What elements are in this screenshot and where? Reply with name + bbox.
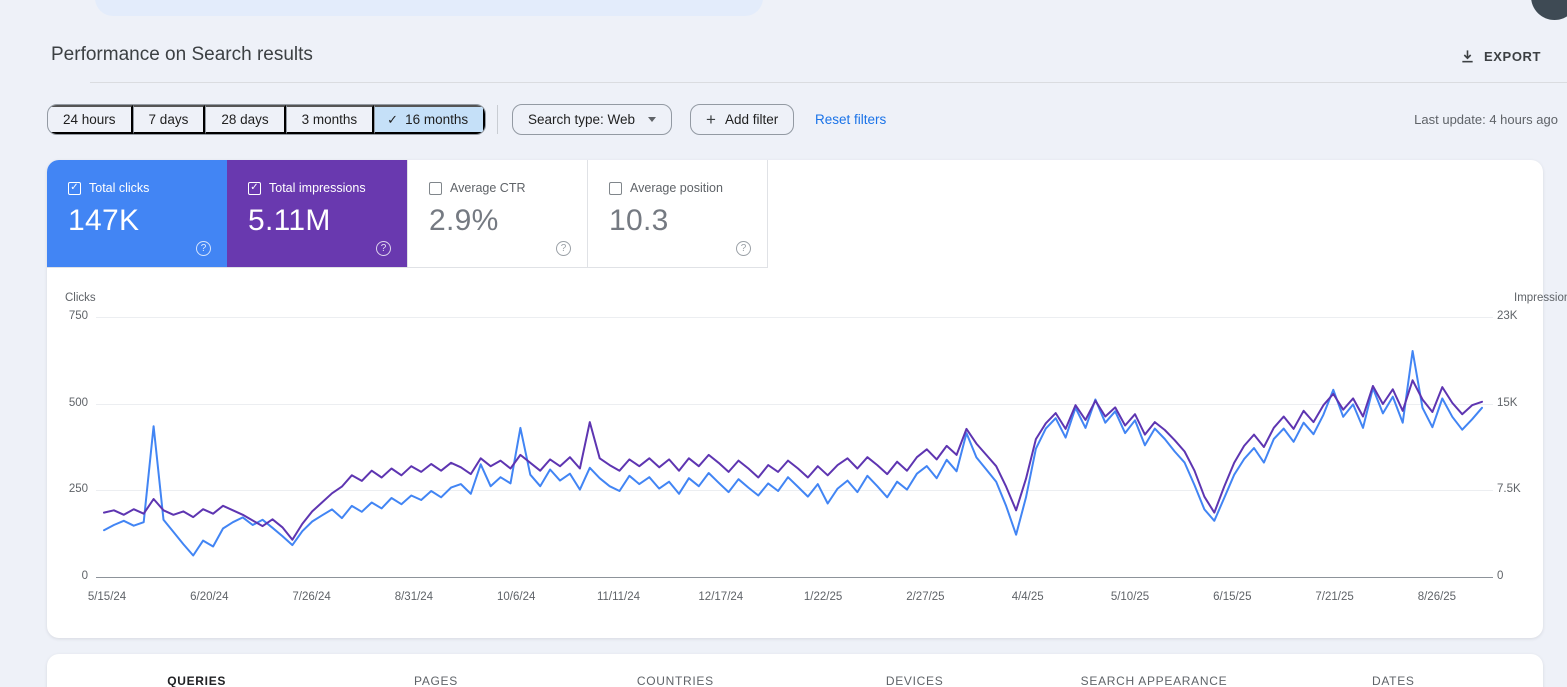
filter-separator [497, 105, 498, 134]
search-bar[interactable] [95, 0, 763, 16]
checkbox-unchecked-icon[interactable] [429, 181, 442, 195]
time-series-chart[interactable] [96, 310, 1489, 577]
series-clicks-line [103, 350, 1483, 557]
x-axis-label: 12/17/24 [698, 591, 744, 603]
y-axis-label: 0 [81, 570, 88, 582]
series-impressions-line [103, 379, 1483, 541]
tab-search-appearance[interactable]: SEARCH APPEARANCE [1034, 654, 1273, 687]
tab-countries[interactable]: COUNTRIES [556, 654, 795, 687]
caret-down-icon [648, 117, 657, 122]
y-axis-label: 0 [1497, 570, 1504, 582]
right-axis-title: Impressions [1514, 292, 1567, 304]
x-axis-label: 5/10/25 [1110, 591, 1150, 603]
metric-value: 147K [68, 204, 140, 237]
chip-24-hours[interactable]: 24 hours [48, 105, 133, 134]
performance-panel: ✓ Total clicks 147K ? ✓ Total impression… [47, 160, 1567, 638]
export-label: EXPORT [1484, 48, 1542, 64]
metric-card-total-impressions[interactable]: ✓ Total impressions 5.11M ? [227, 160, 407, 267]
filters-row: 24 hours 7 days 28 days 3 months ✓ 16 mo… [0, 104, 1567, 135]
add-filter-button[interactable]: + Add filter [690, 104, 795, 135]
tab-pages[interactable]: PAGES [316, 654, 555, 687]
metric-card-total-clicks[interactable]: ✓ Total clicks 147K ? [47, 160, 227, 267]
y-axis-label: 15K [1497, 397, 1518, 409]
checkbox-checked-icon[interactable]: ✓ [248, 181, 261, 195]
question-circle-icon[interactable]: ? [196, 241, 211, 256]
chip-16-months[interactable]: ✓ 16 months [374, 105, 486, 134]
header-divider [90, 82, 1567, 83]
metric-label: Total impressions [269, 181, 366, 195]
plus-icon: + [706, 110, 716, 129]
question-circle-icon[interactable]: ? [736, 241, 751, 256]
x-axis-line [96, 577, 1493, 578]
metric-cards-row: ✓ Total clicks 147K ? ✓ Total impression… [47, 160, 768, 268]
x-axis-label: 2/27/25 [906, 591, 945, 603]
x-axis-label: 7/21/25 [1315, 591, 1354, 603]
y-axis-label: 7.5K [1497, 483, 1521, 495]
checkbox-checked-icon[interactable]: ✓ [68, 181, 81, 195]
y-axis-label: 500 [68, 397, 88, 409]
export-button[interactable]: EXPORT [1460, 44, 1541, 68]
search-type-dropdown[interactable]: Search type: Web [512, 104, 673, 135]
tab-dates[interactable]: DATES [1274, 654, 1513, 687]
x-axis-label: 7/26/24 [292, 591, 331, 603]
metric-label: Average position [630, 181, 723, 195]
metric-value: 5.11M [248, 204, 331, 237]
last-update-text: Last update: 4 hours ago [1414, 112, 1558, 127]
x-axis-label: 1/22/25 [803, 591, 843, 603]
x-axis-label: 6/15/25 [1213, 591, 1252, 603]
y-axis-label: 750 [68, 310, 88, 322]
date-range-chip-group: 24 hours 7 days 28 days 3 months ✓ 16 mo… [47, 104, 487, 135]
metric-card-average-position[interactable]: Average position 10.3 ? [587, 160, 767, 267]
x-axis-label: 10/6/24 [497, 591, 536, 603]
checkmark-icon: ✓ [387, 111, 399, 127]
tab-queries[interactable]: QUERIES [77, 654, 316, 687]
checkbox-unchecked-icon[interactable] [609, 181, 622, 195]
question-circle-icon[interactable]: ? [556, 241, 571, 256]
x-axis-label: 8/31/24 [394, 591, 434, 603]
chip-3-months[interactable]: 3 months [285, 105, 375, 134]
metric-value: 2.9% [429, 204, 499, 237]
x-axis-label: 5/15/24 [87, 591, 127, 603]
x-axis-label: 11/11/24 [596, 591, 641, 603]
chip-28-days[interactable]: 28 days [205, 105, 286, 134]
metric-value: 10.3 [609, 204, 669, 237]
metric-card-average-ctr[interactable]: Average CTR 2.9% ? [407, 160, 587, 267]
dimension-tabs-panel: QUERIES PAGES COUNTRIES DEVICES SEARCH A… [47, 654, 1543, 687]
reset-filters-link[interactable]: Reset filters [815, 104, 886, 135]
avatar[interactable] [1531, 0, 1567, 20]
download-icon [1460, 49, 1475, 64]
page-title: Performance on Search results [51, 44, 313, 65]
metric-label: Average CTR [450, 181, 526, 195]
x-axis-label: 6/20/24 [190, 591, 229, 603]
chip-7-days[interactable]: 7 days [132, 105, 206, 134]
metric-label: Total clicks [89, 181, 150, 195]
tab-devices[interactable]: DEVICES [795, 654, 1034, 687]
left-axis-title: Clicks [65, 292, 96, 304]
y-axis-label: 250 [68, 483, 88, 495]
x-axis-label: 8/26/25 [1417, 591, 1457, 603]
x-axis-label: 4/4/25 [1011, 591, 1044, 603]
y-axis-label: 23K [1497, 310, 1518, 322]
question-circle-icon[interactable]: ? [376, 241, 391, 256]
